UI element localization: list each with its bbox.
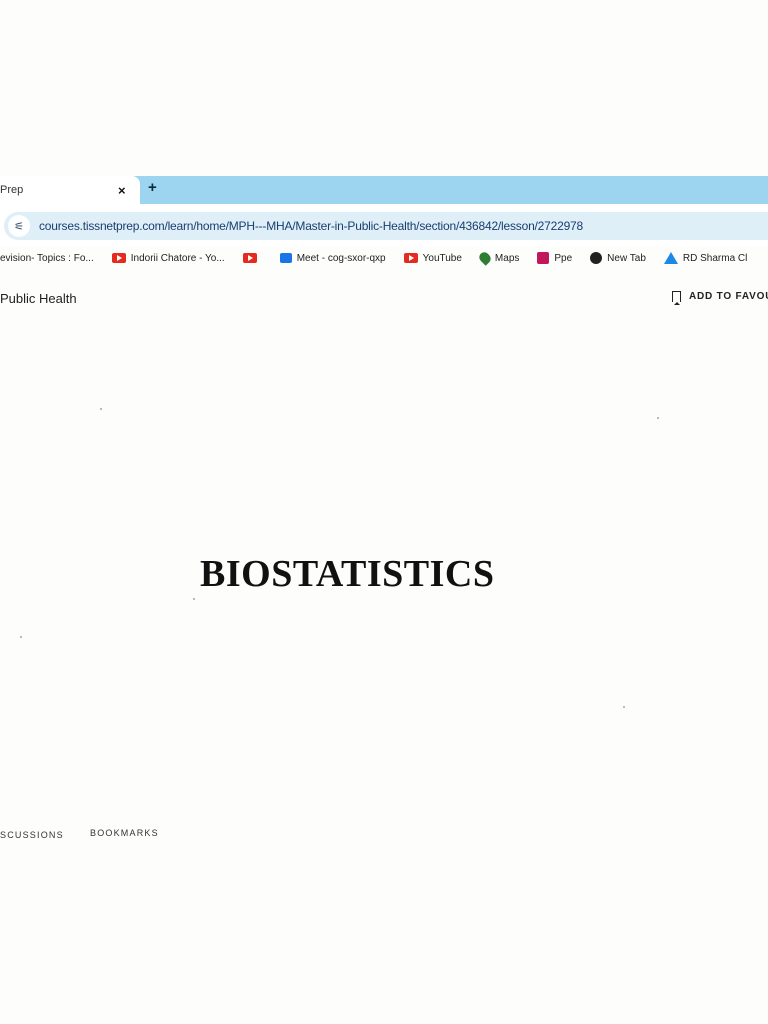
course-header: Public Health ADD TO FAVOU (0, 288, 768, 310)
maps-pin-icon (477, 250, 493, 266)
browser-tab-active[interactable]: Prep × (0, 176, 140, 204)
close-icon[interactable]: × (118, 183, 126, 198)
tab-title: Prep (0, 184, 24, 196)
add-to-favourite-button[interactable]: ADD TO FAVOU (672, 291, 768, 305)
bookmark-label: Meet - cog-sxor-qxp (296, 252, 386, 264)
bookmark-item[interactable]: Ppe (537, 252, 572, 264)
bookmark-label: Maps (494, 252, 520, 264)
course-title: Public Health (0, 291, 77, 306)
bookmark-item[interactable]: evision- Topics : Fo... (0, 253, 94, 264)
url-text[interactable]: courses.tissnetprep.com/learn/home/MPH--… (39, 219, 583, 233)
gift-icon (537, 252, 550, 264)
new-tab-button[interactable]: + (148, 179, 157, 196)
bookmark-label: Indorii Chatore - Yo... (130, 252, 225, 264)
bookmark-item[interactable]: RD Sharma Cl (663, 252, 748, 264)
lesson-tabs: SCUSSIONS BOOKMARKS (0, 828, 768, 844)
tab-bookmarks[interactable]: BOOKMARKS (90, 828, 159, 838)
tab-discussions[interactable]: SCUSSIONS (0, 830, 64, 840)
globe-icon (590, 252, 603, 264)
bookmark-item[interactable] (242, 253, 262, 263)
bookmark-item[interactable]: Maps (477, 250, 520, 266)
bookmark-label: evision- Topics : Fo... (0, 252, 94, 264)
bookmark-label: YouTube (422, 252, 462, 264)
bookmark-label: New Tab (607, 252, 646, 264)
bookmark-item[interactable]: New Tab (590, 252, 646, 264)
drive-icon (663, 252, 678, 264)
address-bar[interactable]: ⚟ courses.tissnetprep.com/learn/home/MPH… (4, 212, 768, 240)
bookmark-item[interactable]: Meet - cog-sxor-qxp (279, 252, 386, 264)
browser-tab-strip: Prep × + (0, 176, 768, 204)
bookmark-label: Ppe (554, 252, 573, 264)
site-info-icon[interactable]: ⚟ (8, 215, 30, 237)
scan-speck (20, 636, 22, 638)
scan-speck (623, 706, 625, 708)
meet-icon (279, 253, 292, 263)
bookmark-icon (672, 291, 681, 305)
scan-speck (100, 408, 102, 410)
bookmarks-bar: evision- Topics : Fo... Indorii Chatore … (0, 246, 768, 270)
youtube-icon (403, 253, 418, 263)
slide-title: BIOSTATISTICS (200, 553, 495, 595)
bookmark-item[interactable]: YouTube (403, 252, 462, 264)
scan-speck (657, 417, 659, 419)
youtube-icon (111, 253, 126, 263)
browser-toolbar: ⚟ courses.tissnetprep.com/learn/home/MPH… (0, 204, 768, 246)
bookmark-label: RD Sharma Cl (682, 252, 748, 264)
add-to-favourite-label: ADD TO FAVOU (689, 291, 768, 302)
scan-speck (193, 598, 195, 600)
bookmark-item[interactable]: Indorii Chatore - Yo... (111, 252, 225, 264)
youtube-icon (242, 253, 257, 263)
